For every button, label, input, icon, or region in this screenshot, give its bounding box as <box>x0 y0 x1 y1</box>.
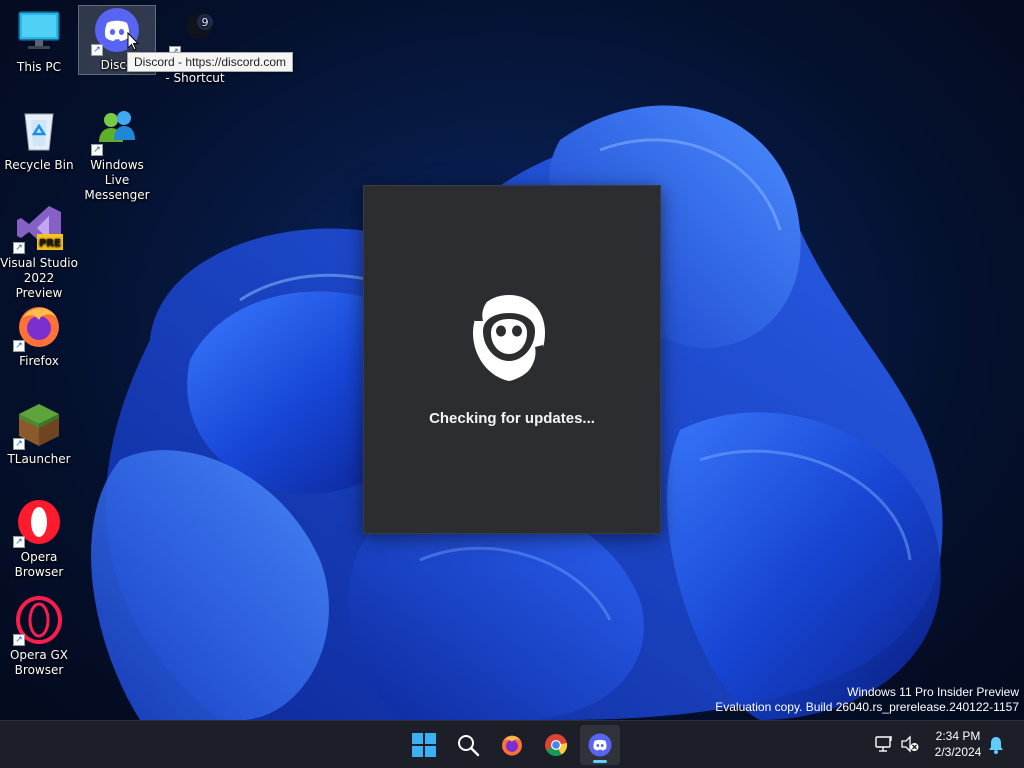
network-icon[interactable] <box>874 735 894 753</box>
pre-badge: PRE <box>39 238 61 249</box>
discord-icon <box>588 733 612 757</box>
desktop-icon-tlauncher[interactable]: ↗ TLauncher <box>0 400 78 467</box>
taskbar-chrome-button[interactable] <box>536 725 576 765</box>
discord-updater-window: Checking for updates... <box>363 185 661 534</box>
desktop-icon-label: TLauncher <box>7 452 71 466</box>
desktop-icon-visual-studio[interactable]: PRE ↗ Visual Studio 2022 Preview <box>0 204 78 301</box>
desktop-icon-label: Opera Browser <box>14 550 64 579</box>
desktop-icon-label: - Shortcut <box>165 71 225 85</box>
shortcut-arrow-icon: ↗ <box>91 44 103 56</box>
desktop-icon-label: Opera GX Browser <box>9 648 69 677</box>
clock-time: 2:34 PM <box>935 729 981 743</box>
desktop-icon-label: Windows Live Messenger <box>84 158 150 202</box>
taskbar-clock[interactable]: 2:34 PM 2/3/2024 <box>924 728 992 760</box>
desktop-icon-label: Recycle Bin <box>4 158 74 172</box>
windows-watermark: Windows 11 Pro Insider Preview Evaluatio… <box>715 685 1019 715</box>
taskbar-firefox-button[interactable] <box>492 725 532 765</box>
shortcut-arrow-icon: ↗ <box>13 340 25 352</box>
notification-bell-icon[interactable] <box>988 736 1004 754</box>
opera-gx-icon: ↗ <box>13 596 63 646</box>
watermark-edition: Windows 11 Pro Insider Preview <box>847 685 1019 699</box>
clock-date: 2/3/2024 <box>934 745 982 759</box>
desktop-icon-label: This PC <box>17 60 61 74</box>
discord-shortcut-tooltip: Discord - https://discord.com <box>127 52 294 72</box>
shortcut-arrow-icon: ↗ <box>13 438 25 450</box>
desktop-icon-windows-live-messenger[interactable]: ↗ Windows Live Messenger <box>78 106 156 203</box>
opera-icon: ↗ <box>13 498 63 548</box>
shortcut-arrow-icon: ↗ <box>13 242 25 254</box>
mouse-cursor-icon <box>127 32 139 51</box>
desktop-icon-this-pc[interactable]: This PC <box>0 8 78 75</box>
shortcut-arrow-icon: ↗ <box>13 634 25 646</box>
desktop-icon-shortcut[interactable]: 9 ↗ - Shortcut <box>156 8 234 86</box>
svg-text:9: 9 <box>202 16 209 29</box>
desktop-icon-label: Firefox <box>19 354 59 368</box>
desktop-icon-label: Visual Studio 2022 Preview <box>0 256 78 300</box>
desktop-icon-opera[interactable]: ↗ Opera Browser <box>0 498 78 580</box>
firefox-icon: ↗ <box>13 302 63 352</box>
taskbar: 2:34 PM 2/3/2024 <box>0 720 1024 768</box>
search-icon <box>458 735 480 757</box>
start-button[interactable] <box>404 725 444 765</box>
taskbar-discord-button[interactable] <box>580 725 620 765</box>
messenger-icon: ↗ <box>91 106 141 156</box>
update-status-text: Checking for updates... <box>429 410 595 427</box>
grass-block-icon: ↗ <box>13 400 63 450</box>
visual-studio-icon: PRE ↗ <box>13 204 63 254</box>
monitor-icon <box>15 8 63 56</box>
desktop-icon-recycle-bin[interactable]: Recycle Bin <box>0 106 78 173</box>
discord-clyde-logo-icon <box>469 291 549 386</box>
active-app-indicator <box>593 760 607 763</box>
desktop-icon-opera-gx[interactable]: ↗ Opera GX Browser <box>0 596 78 678</box>
recycle-bin-icon <box>15 106 63 154</box>
firefox-icon <box>502 735 522 756</box>
chrome-icon <box>545 734 568 756</box>
shortcut-arrow-icon: ↗ <box>13 536 25 548</box>
watermark-build: Evaluation copy. Build 26040.rs_prerelea… <box>715 700 1019 714</box>
desktop-icon-firefox[interactable]: ↗ Firefox <box>0 302 78 369</box>
shortcut-arrow-icon: ↗ <box>91 144 103 156</box>
app-icon: 9 ↗ <box>169 8 219 58</box>
windows-start-icon <box>412 733 436 757</box>
volume-muted-icon[interactable] <box>900 735 920 753</box>
taskbar-search-button[interactable] <box>448 725 488 765</box>
